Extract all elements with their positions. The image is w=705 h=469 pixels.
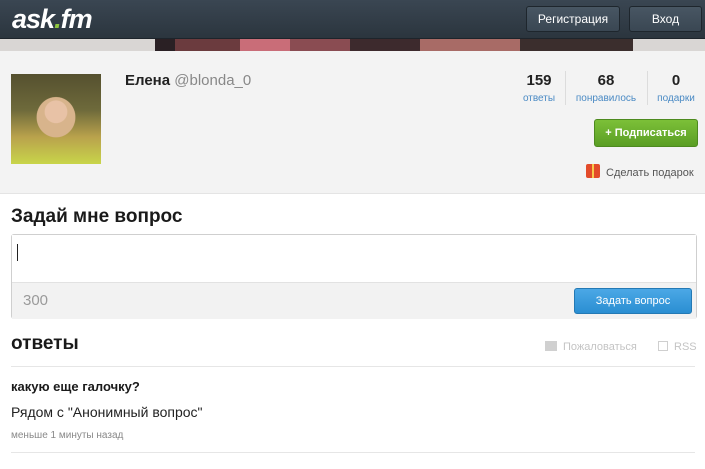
answer-text: Рядом с "Анонимный вопрос": [11, 404, 203, 420]
avatar[interactable]: [11, 74, 101, 164]
stat-label: ответы: [522, 93, 556, 104]
stat-answers[interactable]: 159 ответы: [514, 72, 564, 104]
stat-label: понравилось: [575, 93, 637, 104]
ask-box: 300 Задать вопрос: [11, 234, 697, 319]
ask-footer: 300 Задать вопрос: [12, 282, 696, 319]
divider: [11, 366, 695, 367]
ask-title: Задай мне вопрос: [11, 206, 183, 227]
gift-link[interactable]: Сделать подарок: [586, 162, 694, 179]
gift-label: Сделать подарок: [606, 167, 694, 179]
register-button[interactable]: Регистрация: [526, 6, 620, 32]
subscribe-button[interactable]: + Подписаться: [594, 119, 698, 147]
gift-icon: [586, 164, 600, 178]
ask-fm-logo[interactable]: ask.fm: [12, 4, 93, 35]
top-bar: ask.fm Регистрация Вход: [0, 0, 705, 39]
logo-tld: fm: [60, 4, 93, 34]
flag-icon: [545, 341, 557, 351]
logo-main: ask: [12, 4, 55, 34]
report-label: Пожаловаться: [563, 341, 637, 353]
stat-value: 0: [671, 72, 681, 89]
profile-username: @blonda_0: [174, 72, 252, 89]
stat-divider: [647, 71, 648, 105]
profile-name: Елена: [125, 72, 171, 89]
rss-icon: [658, 341, 668, 351]
question-input[interactable]: [12, 235, 696, 281]
stat-value: 68: [597, 72, 615, 89]
text-cursor: [17, 244, 18, 261]
answer-time[interactable]: меньше 1 минуты назад: [11, 430, 123, 441]
divider: [11, 452, 695, 453]
stat-label: подарки: [657, 93, 695, 104]
stat-value: 159: [526, 72, 552, 89]
answers-title: ответы: [11, 333, 79, 354]
char-counter: 300: [23, 292, 49, 309]
stat-gifts[interactable]: 0 подарки: [650, 72, 702, 104]
question-text[interactable]: какую еще галочку?: [11, 379, 140, 394]
report-link[interactable]: Пожаловаться: [545, 340, 637, 353]
profile-name-line: Елена @blonda_0: [125, 72, 251, 89]
cover-photo: [0, 39, 705, 51]
profile-header: Елена @blonda_0 159 ответы 68 понравилос…: [0, 51, 705, 194]
rss-label: RSS: [674, 341, 697, 353]
rss-link[interactable]: RSS: [658, 340, 697, 353]
ask-question-button[interactable]: Задать вопрос: [574, 288, 692, 314]
login-button[interactable]: Вход: [629, 6, 702, 32]
stat-likes[interactable]: 68 понравилось: [566, 72, 646, 104]
